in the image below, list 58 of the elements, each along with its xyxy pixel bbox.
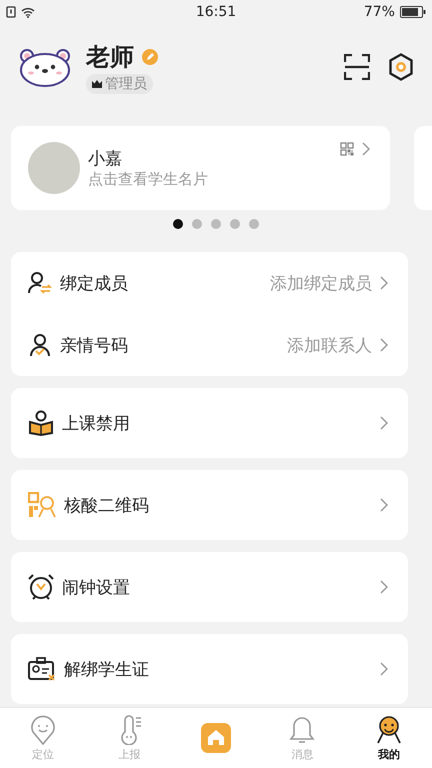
- student-card[interactable]: 小嘉 点击查看学生名片: [11, 126, 390, 210]
- crown-icon: [92, 80, 102, 88]
- chevron-right-icon: [380, 416, 388, 430]
- tab-label: 消息: [291, 746, 314, 762]
- menu-item-hint: 添加绑定成员: [270, 272, 372, 294]
- tab-label: 定位: [32, 746, 54, 762]
- photo-placeholder: [28, 142, 80, 194]
- menu-item-label: 解绑学生证: [64, 658, 150, 680]
- bear-avatar-icon: [18, 47, 72, 87]
- chevron-right-icon: [380, 498, 388, 512]
- home-icon: [201, 723, 232, 753]
- tab-label: 上报: [118, 746, 141, 762]
- id-card-icon: [28, 657, 56, 681]
- page-dot[interactable]: [230, 219, 240, 229]
- student-name: 小嘉: [88, 148, 122, 170]
- chevron-right-icon: [362, 142, 370, 156]
- location-pin-icon: [30, 714, 56, 744]
- smiling-person-icon: [376, 714, 402, 744]
- bell-icon: [289, 714, 316, 744]
- alarm-clock-icon: [28, 574, 54, 600]
- person-check-icon: [28, 333, 52, 357]
- menu-item-label: 亲情号码: [60, 334, 129, 356]
- sim-icon: [6, 6, 16, 18]
- page-dot[interactable]: [192, 219, 202, 229]
- user-name: 老师: [86, 42, 134, 72]
- page-dot[interactable]: [211, 219, 221, 229]
- menu-item[interactable]: 上课禁用: [11, 388, 408, 458]
- edit-icon[interactable]: [142, 48, 158, 64]
- battery-icon: [400, 6, 426, 18]
- menu-item[interactable]: 亲情号码 添加联系人: [11, 314, 408, 376]
- scan-icon[interactable]: [344, 54, 370, 80]
- menu-item-label: 上课禁用: [62, 412, 131, 434]
- menu-item-label: 闹钟设置: [62, 576, 131, 598]
- menu-item[interactable]: 绑定成员 添加绑定成员: [11, 252, 408, 314]
- menu-item[interactable]: 闹钟设置: [11, 552, 408, 622]
- menu-item-hint: 添加联系人: [287, 334, 372, 356]
- settings-icon[interactable]: [388, 53, 414, 81]
- chevron-right-icon: [380, 276, 388, 290]
- menu-item[interactable]: 核酸二维码: [11, 470, 408, 540]
- menu-item-label: 绑定成员: [60, 272, 129, 294]
- student-card-hint: 点击查看学生名片: [88, 170, 208, 189]
- chevron-right-icon: [380, 580, 388, 594]
- page-dot[interactable]: [173, 219, 183, 229]
- menu-item[interactable]: 解绑学生证: [11, 634, 408, 704]
- chevron-right-icon: [380, 662, 388, 676]
- wifi-icon: [21, 6, 35, 18]
- person-swap-icon: [28, 271, 52, 295]
- person-book-icon: [28, 410, 54, 436]
- role-label: 管理员: [105, 74, 147, 92]
- tab-label: 我的: [378, 746, 400, 762]
- qr-face-icon: [28, 492, 56, 518]
- status-time: 16:51: [196, 4, 236, 20]
- tab-item[interactable]: 我的: [346, 708, 432, 768]
- page-dot[interactable]: [249, 219, 259, 229]
- chevron-right-icon: [380, 338, 388, 352]
- battery-level: 77%: [364, 4, 395, 20]
- menu-item-label: 核酸二维码: [64, 494, 150, 516]
- qr-code-icon[interactable]: [340, 142, 354, 156]
